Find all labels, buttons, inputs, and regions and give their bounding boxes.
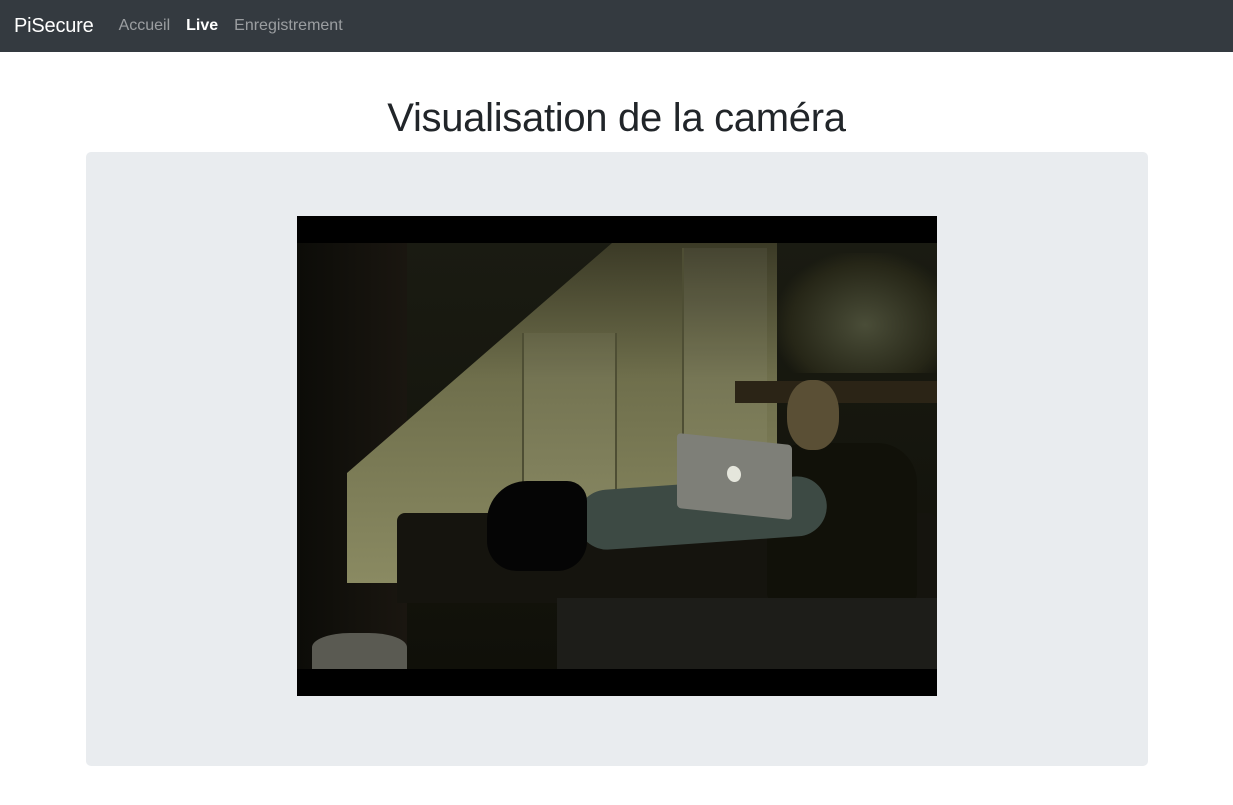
brand-link[interactable]: PiSecure — [14, 15, 94, 38]
page-title: Visualisation de la caméra — [387, 96, 846, 140]
scene-laptop — [677, 432, 792, 521]
nav-link-accueil[interactable]: Accueil — [119, 17, 171, 35]
nav-link-live[interactable]: Live — [186, 17, 218, 35]
scene-person-head — [787, 380, 839, 450]
navbar: PiSecure Accueil Live Enregistrement — [0, 0, 1233, 52]
scene-foot — [487, 481, 587, 571]
scene-plant — [777, 253, 937, 373]
scene-coffee-table — [557, 598, 937, 669]
nav-link-enregistrement[interactable]: Enregistrement — [234, 17, 343, 35]
camera-container — [86, 152, 1148, 766]
scene-shoes — [312, 633, 407, 669]
camera-frame — [297, 243, 937, 669]
apple-logo-icon — [727, 465, 741, 483]
camera-stream — [297, 216, 937, 696]
